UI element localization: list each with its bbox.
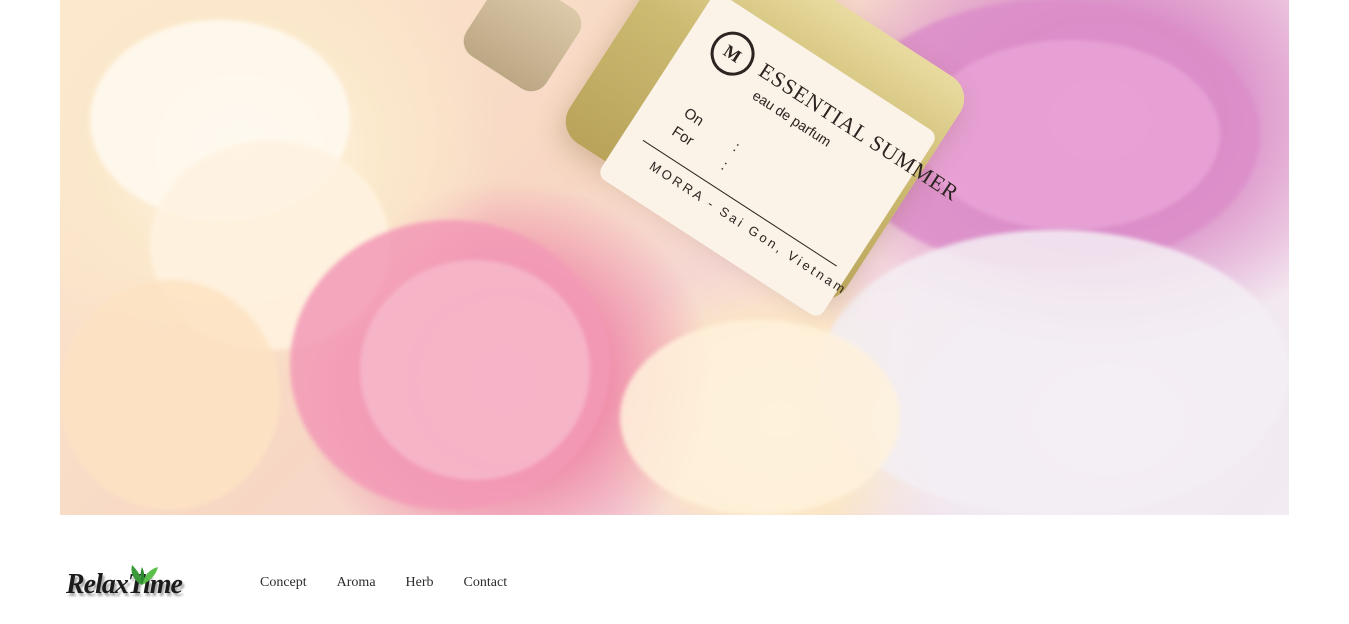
brand-mark: M	[702, 23, 764, 85]
peony-petal	[920, 40, 1220, 230]
nav-item-herb[interactable]: Herb	[406, 575, 434, 591]
peony-petal	[360, 260, 590, 480]
main-nav: Concept Aroma Herb Contact	[260, 575, 537, 591]
nav-item-aroma[interactable]: Aroma	[337, 575, 376, 591]
peony-petal	[60, 280, 280, 510]
bottle-cap	[456, 0, 589, 99]
site-header: RelaxTime Concept Aroma Herb Contact	[60, 540, 1289, 624]
leaf-icon	[131, 565, 158, 585]
label-colons: : :	[717, 138, 743, 174]
nav-item-contact[interactable]: Contact	[464, 575, 508, 591]
nav-item-concept[interactable]: Concept	[260, 575, 307, 591]
peony-petal	[620, 320, 900, 515]
site-logo[interactable]: RelaxTime	[66, 557, 216, 607]
maker-text: MORRA - Sai Gon, Vietnam	[646, 158, 851, 298]
label-divider	[642, 139, 837, 267]
label-on: On	[680, 104, 707, 130]
hero-image: M ESSENTIAL SUMMER eau de parfum On For …	[60, 0, 1289, 515]
peony-petal	[820, 230, 1289, 515]
